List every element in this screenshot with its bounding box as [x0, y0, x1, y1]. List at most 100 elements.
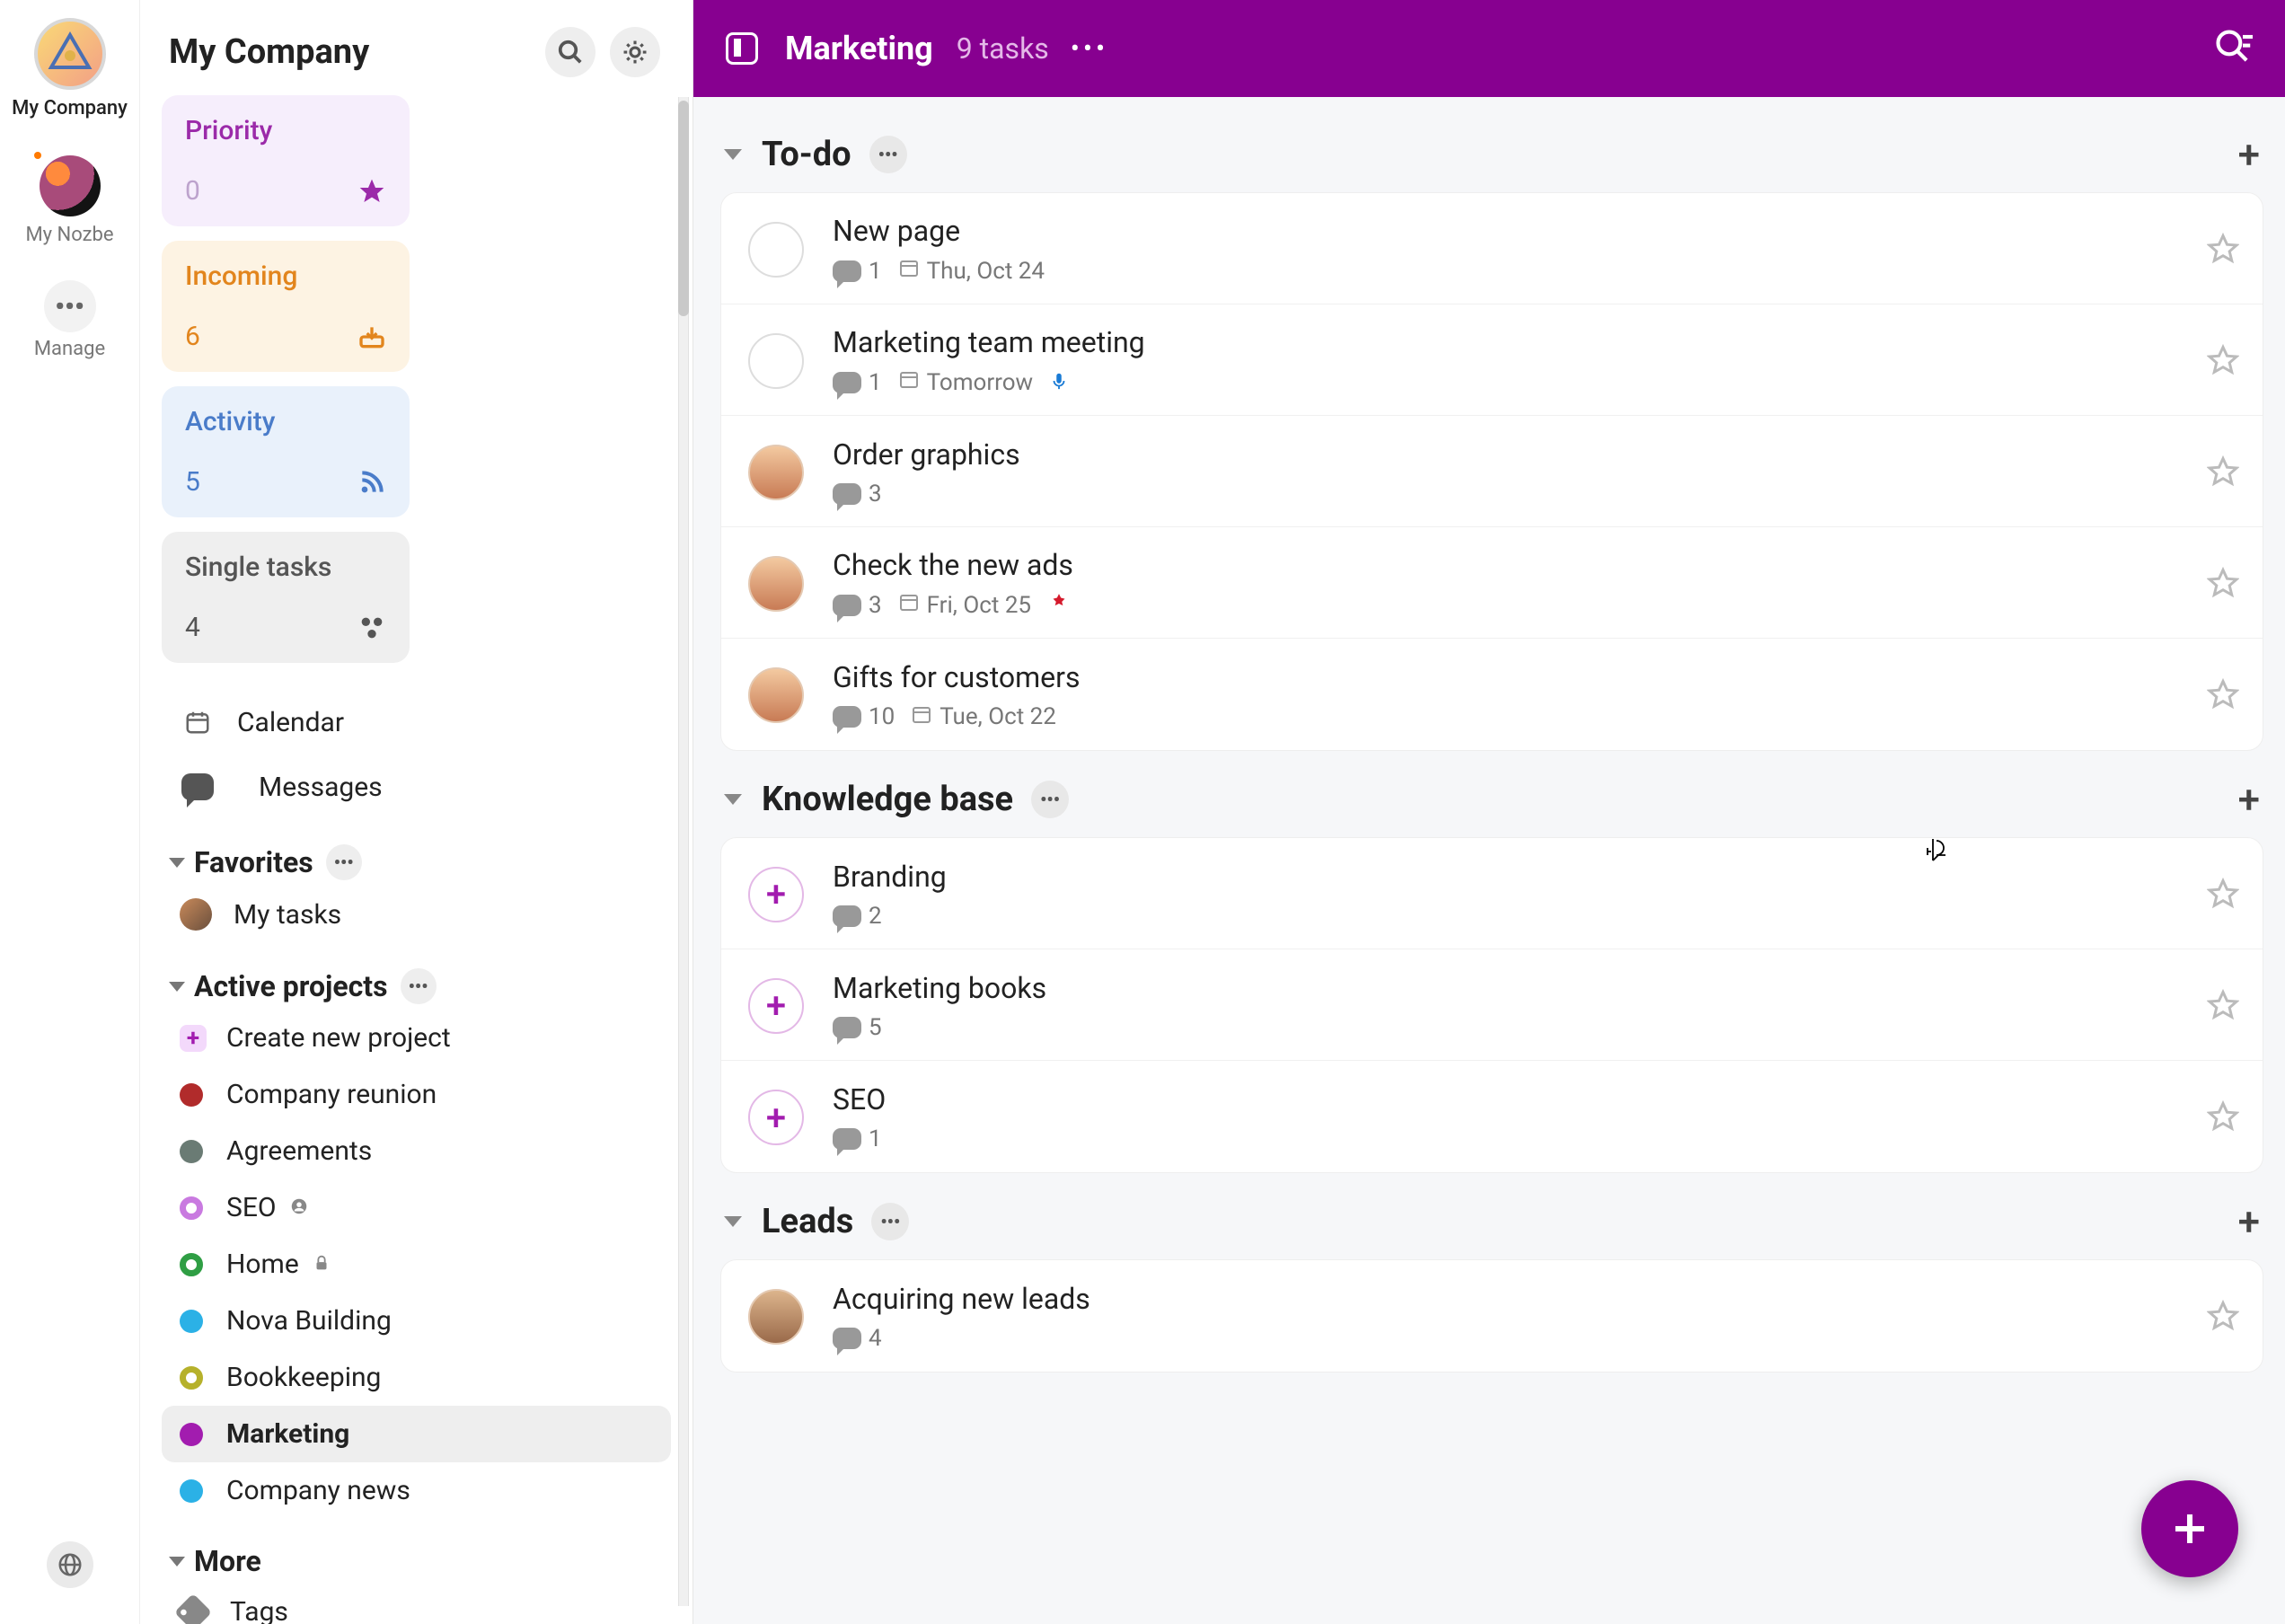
task-row[interactable]: +SEO1	[721, 1061, 2263, 1172]
add-task-to-section[interactable]: +	[2238, 776, 2260, 823]
comments-icon	[833, 706, 861, 728]
sidebar-item-create-project[interactable]: + Create new project	[162, 1010, 671, 1066]
tile-priority[interactable]: Priority 0	[162, 95, 410, 226]
sidebar-item-messages[interactable]: Messages	[162, 755, 671, 819]
inbox-icon	[357, 322, 386, 351]
avatar[interactable]	[748, 667, 804, 723]
sidebar-item-mytasks[interactable]: My tasks	[162, 886, 671, 943]
personal-workspace-avatar[interactable]	[40, 155, 101, 216]
sidebar-item-project[interactable]: Bookkeeping	[162, 1349, 671, 1406]
avatar[interactable]	[748, 1289, 804, 1345]
project-color-dot	[180, 1479, 203, 1503]
ellipsis-icon: •••	[44, 280, 96, 332]
project-more-icon[interactable]: •••	[1071, 33, 1108, 65]
manage-workspaces[interactable]: ••• Manage	[34, 280, 105, 360]
add-task-to-section[interactable]: +	[2238, 131, 2260, 178]
star-button[interactable]	[2207, 232, 2239, 268]
sidebar-item-project[interactable]: Agreements	[162, 1123, 671, 1179]
task-row[interactable]: Acquiring new leads4	[721, 1260, 2263, 1372]
comments-icon	[833, 1017, 861, 1038]
search-icon	[557, 39, 584, 66]
globe-icon[interactable]	[47, 1541, 93, 1588]
ellipsis-icon[interactable]: •••	[1031, 781, 1069, 818]
section-active-projects[interactable]: Active projects •••	[162, 943, 671, 1010]
task-row[interactable]: Order graphics3	[721, 416, 2263, 527]
comments-icon	[833, 1128, 861, 1150]
sidebar: My Company Priority 0 Incoming 6 Activit…	[140, 0, 693, 1624]
scrollbar[interactable]	[673, 97, 693, 1624]
shared-icon	[289, 1192, 309, 1223]
task-list: Acquiring new leads4	[720, 1259, 2263, 1372]
filter-button[interactable]	[2213, 27, 2253, 70]
star-icon	[357, 177, 386, 206]
workspace-rail: My Company My Nozbe ••• Manage	[0, 0, 140, 1624]
sidebar-toggle-icon[interactable]	[726, 32, 758, 65]
task-section-header[interactable]: To-do•••+	[720, 115, 2263, 192]
personal-workspace-name: My Nozbe	[25, 224, 113, 246]
sidebar-item-tags[interactable]: Tags	[162, 1584, 671, 1624]
task-row[interactable]: +Branding2	[721, 838, 2263, 949]
task-row[interactable]: Check the new ads3Fri, Oct 25	[721, 527, 2263, 639]
star-button[interactable]	[2207, 566, 2239, 602]
comments-icon	[833, 905, 861, 927]
sidebar-item-calendar[interactable]: Calendar	[162, 690, 671, 755]
calendar-icon	[898, 591, 920, 619]
ellipsis-icon[interactable]: •••	[871, 1203, 909, 1240]
complete-checkbox[interactable]	[748, 222, 804, 278]
avatar[interactable]	[748, 556, 804, 612]
task-section-header[interactable]: Leads•••+	[720, 1182, 2263, 1259]
task-list: +Branding2+Marketing books5+SEO1	[720, 837, 2263, 1173]
tile-activity[interactable]: Activity 5	[162, 386, 410, 517]
sidebar-item-project[interactable]: Home	[162, 1236, 671, 1293]
star-button[interactable]	[2207, 877, 2239, 913]
sidebar-header: My Company	[140, 0, 693, 95]
project-color-dot	[180, 1310, 203, 1333]
add-assignee-icon[interactable]: +	[748, 1090, 804, 1145]
project-color-dot	[180, 1083, 203, 1107]
chevron-down-icon	[169, 1557, 185, 1567]
star-button[interactable]	[2207, 1299, 2239, 1335]
workspace-avatar[interactable]	[34, 18, 106, 90]
sidebar-list: Calendar Messages Favorites ••• My tasks…	[140, 672, 693, 1624]
tile-incoming[interactable]: Incoming 6	[162, 241, 410, 372]
sidebar-item-project[interactable]: Company reunion	[162, 1066, 671, 1123]
complete-checkbox[interactable]	[748, 333, 804, 389]
add-task-to-section[interactable]: +	[2238, 1198, 2260, 1245]
add-assignee-icon[interactable]: +	[748, 867, 804, 922]
chevron-down-icon	[724, 1216, 742, 1227]
search-button[interactable]	[545, 27, 596, 77]
star-button[interactable]	[2207, 677, 2239, 713]
tile-single-tasks[interactable]: Single tasks 4	[162, 532, 410, 663]
add-assignee-icon[interactable]: +	[748, 978, 804, 1034]
priority-flag-icon	[1047, 592, 1071, 619]
task-title: Marketing books	[833, 971, 2189, 1005]
task-row[interactable]: New page1Thu, Oct 24	[721, 193, 2263, 304]
sidebar-item-project[interactable]: SEO	[162, 1179, 671, 1236]
chevron-down-icon	[169, 858, 185, 868]
task-title: Marketing team meeting	[833, 325, 2189, 359]
star-button[interactable]	[2207, 455, 2239, 490]
section-more[interactable]: More	[162, 1519, 671, 1584]
task-section-header[interactable]: Knowledge base•••+	[720, 760, 2263, 837]
sidebar-item-project[interactable]: Nova Building	[162, 1293, 671, 1349]
ellipsis-icon[interactable]: •••	[869, 136, 907, 173]
star-button[interactable]	[2207, 1099, 2239, 1135]
gear-icon	[622, 39, 648, 66]
avatar[interactable]	[748, 445, 804, 500]
settings-button[interactable]	[610, 27, 660, 77]
chevron-down-icon	[169, 982, 185, 992]
ellipsis-icon[interactable]: •••	[401, 968, 437, 1004]
sidebar-item-project[interactable]: Marketing	[162, 1406, 671, 1462]
comments-icon	[833, 260, 861, 282]
task-title: Order graphics	[833, 437, 2189, 472]
project-header: Marketing 9 tasks •••	[693, 0, 2285, 97]
ellipsis-icon[interactable]: •••	[326, 844, 362, 880]
star-button[interactable]	[2207, 343, 2239, 379]
task-row[interactable]: Gifts for customers10Tue, Oct 22	[721, 639, 2263, 750]
task-row[interactable]: Marketing team meeting1Tomorrow	[721, 304, 2263, 416]
sidebar-item-project[interactable]: Company news	[162, 1462, 671, 1519]
star-button[interactable]	[2207, 988, 2239, 1024]
task-row[interactable]: +Marketing books5	[721, 949, 2263, 1061]
section-favorites[interactable]: Favorites •••	[162, 819, 671, 886]
add-task-fab[interactable]	[2141, 1480, 2238, 1577]
